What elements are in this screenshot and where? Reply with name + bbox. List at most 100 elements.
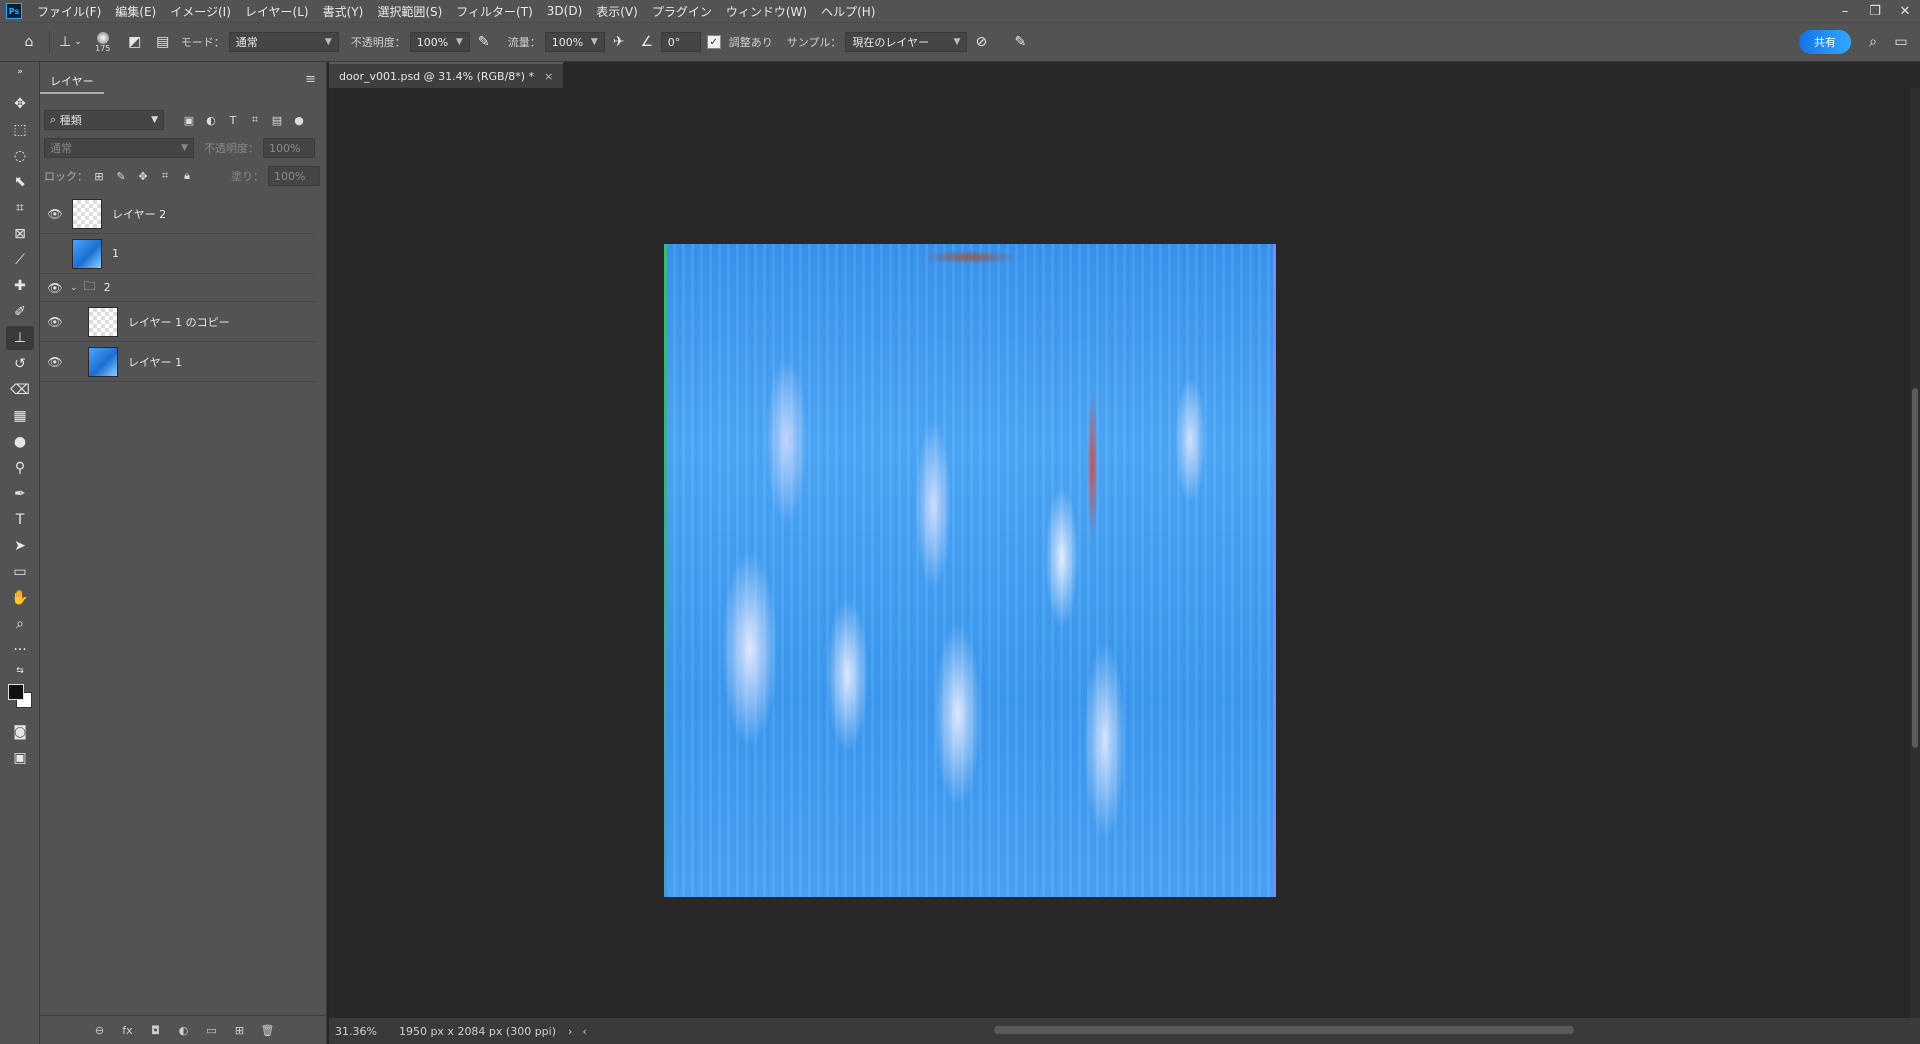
layer-row[interactable]: 👁︎ レイヤー 2	[40, 194, 316, 234]
close-tab-icon[interactable]: ×	[544, 70, 553, 83]
layer-opacity-input[interactable]: 100%	[263, 138, 315, 158]
blend-mode-select[interactable]: 通常 ▼	[44, 138, 194, 158]
blur-tool-icon[interactable]: ●	[6, 430, 34, 454]
document-tab[interactable]: door_v001.psd @ 31.4% (RGB/8*) * ×	[329, 62, 564, 88]
link-layers-icon[interactable]: ⊖	[91, 1021, 109, 1039]
layer-row[interactable]: 👁︎ レイヤー 1 のコピー	[40, 302, 316, 342]
vertical-scrollbar-thumb[interactable]	[1912, 388, 1918, 748]
add-mask-icon[interactable]: ◘	[147, 1021, 165, 1039]
brush-tool-icon[interactable]: ✐	[6, 300, 34, 324]
ignore-adjustment-icon[interactable]: ⊘	[970, 29, 992, 55]
eye-icon[interactable]: 👁︎	[44, 351, 66, 373]
search-icon[interactable]: ⌕	[1862, 29, 1884, 55]
hand-tool-icon[interactable]: ✋	[6, 586, 34, 610]
marquee-tool-icon[interactable]: ⬚	[6, 118, 34, 142]
fill-input[interactable]: 100%	[268, 166, 320, 186]
menu-type[interactable]: 書式(Y)	[316, 3, 371, 20]
new-layer-icon[interactable]: ⊞	[231, 1021, 249, 1039]
lasso-tool-icon[interactable]: ◌	[6, 144, 34, 168]
pen-tool-icon[interactable]: ✒	[6, 482, 34, 506]
angle-input[interactable]: 0°	[660, 32, 701, 52]
airbrush-icon[interactable]: ✈	[608, 29, 630, 55]
foreground-color-swatch[interactable]	[8, 684, 24, 700]
lock-transparency-icon[interactable]: ⊞	[88, 167, 110, 185]
rectangle-tool-icon[interactable]: ▭	[6, 560, 34, 584]
eye-icon[interactable]: 👁︎	[44, 277, 66, 299]
screen-mode-icon[interactable]: ▣	[6, 746, 34, 770]
panel-menu-icon[interactable]: ≡	[305, 72, 316, 87]
new-group-icon[interactable]: ▭	[203, 1021, 221, 1039]
minimize-button[interactable]: –	[1830, 0, 1860, 22]
home-icon[interactable]: ⌂	[18, 29, 40, 55]
eyedropper-tool-icon[interactable]: ⟋	[6, 248, 34, 272]
vertical-scrollbar[interactable]	[1910, 88, 1920, 1018]
layer-style-icon[interactable]: fx	[119, 1021, 137, 1039]
menu-select[interactable]: 選択範囲(S)	[370, 3, 449, 20]
path-select-tool-icon[interactable]: ➤	[6, 534, 34, 558]
brush-preset-picker[interactable]: 175	[88, 29, 118, 55]
menu-image[interactable]: イメージ(I)	[163, 3, 238, 20]
scroll-left-icon[interactable]: ‹	[582, 1025, 586, 1038]
quick-select-tool-icon[interactable]: ⬉	[6, 170, 34, 194]
menu-filter[interactable]: フィルター(T)	[449, 3, 539, 20]
horizontal-scrollbar-thumb[interactable]	[994, 1026, 1574, 1034]
frame-tool-icon[interactable]: ⊠	[6, 222, 34, 246]
layer-row[interactable]: 👁︎ レイヤー 1	[40, 342, 316, 382]
menu-edit[interactable]: 編集(E)	[108, 3, 163, 20]
collapse-icon[interactable]: »	[6, 66, 34, 78]
eye-icon[interactable]: 👁︎	[44, 203, 66, 225]
history-brush-tool-icon[interactable]: ↺	[6, 352, 34, 376]
dodge-tool-icon[interactable]: ⚲	[6, 456, 34, 480]
chevron-right-icon[interactable]: ›	[568, 1025, 572, 1038]
adjustment-layer-icon[interactable]: ◐	[175, 1021, 193, 1039]
sample-select[interactable]: 現在のレイヤー ▼	[845, 32, 968, 52]
menu-window[interactable]: ウィンドウ(W)	[719, 3, 814, 20]
flow-input[interactable]: 100% ▼	[544, 32, 605, 52]
clone-source-icon[interactable]: ▤	[152, 29, 174, 55]
layers-tab[interactable]: レイヤー	[40, 70, 104, 94]
menu-view[interactable]: 表示(V)	[589, 3, 645, 20]
menu-layer[interactable]: レイヤー(L)	[238, 3, 316, 20]
workspace-icon[interactable]: ▭	[1890, 29, 1912, 55]
filter-shape-icon[interactable]: ⌗	[244, 111, 266, 129]
aligned-checkbox[interactable]: ✓	[706, 35, 721, 49]
filter-pixel-icon[interactable]: ▣	[178, 111, 200, 129]
filter-toggle-icon[interactable]: ●	[288, 111, 310, 129]
group-row[interactable]: 👁︎ ⌄ 🗀︎ 2	[40, 274, 316, 302]
type-tool-icon[interactable]: T	[6, 508, 34, 532]
crop-tool-icon[interactable]: ⌗	[6, 196, 34, 220]
share-button[interactable]: 共有	[1799, 30, 1851, 54]
menu-file[interactable]: ファイル(F)	[30, 3, 108, 20]
canvas-image[interactable]	[664, 244, 1276, 897]
pressure-opacity-icon[interactable]: ✎	[473, 29, 495, 55]
brush-settings-icon[interactable]: ◩	[124, 29, 146, 55]
lock-position-icon[interactable]: ✥	[132, 167, 154, 185]
more-tools-icon[interactable]: ···	[6, 638, 34, 662]
restore-button[interactable]: ❐	[1860, 0, 1890, 22]
menu-3d[interactable]: 3D(D)	[540, 4, 589, 18]
chevron-down-icon[interactable]: ⌄	[70, 283, 78, 293]
healing-brush-tool-icon[interactable]: ✚	[6, 274, 34, 298]
move-tool-icon[interactable]: ✥	[6, 92, 34, 116]
pressure-size-icon[interactable]: ✎	[1009, 29, 1031, 55]
opacity-input[interactable]: 100% ▼	[409, 32, 470, 52]
eye-hidden-icon[interactable]: 👁︎	[44, 243, 66, 265]
filter-type-icon[interactable]: T	[222, 111, 244, 129]
swap-colors-icon[interactable]: ⇆	[6, 664, 34, 678]
quick-mask-icon[interactable]: ◙	[6, 720, 34, 744]
menu-plugins[interactable]: プラグイン	[645, 3, 719, 20]
eraser-tool-icon[interactable]: ⌫	[6, 378, 34, 402]
close-button[interactable]: ✕	[1890, 0, 1920, 22]
gradient-tool-icon[interactable]: ▦	[6, 404, 34, 428]
clone-stamp-preset-icon[interactable]: ⊥ ⌄	[59, 29, 82, 55]
clone-stamp-tool-icon[interactable]: ⊥	[6, 326, 34, 350]
kind-filter-select[interactable]: ⌕ 種類 ▼	[44, 110, 164, 130]
mode-select[interactable]: 通常 ▼	[228, 32, 339, 52]
lock-pixels-icon[interactable]: ✎	[110, 167, 132, 185]
lock-all-icon[interactable]: 🔒︎	[176, 167, 198, 185]
lock-artboard-icon[interactable]: ⌗	[154, 167, 176, 185]
layer-row[interactable]: 👁︎ 1	[40, 234, 316, 274]
document-info[interactable]: 1950 px x 2084 px (300 ppi)	[399, 1025, 556, 1038]
filter-adjustment-icon[interactable]: ◐	[200, 111, 222, 129]
filter-smart-object-icon[interactable]: ▤	[266, 111, 288, 129]
